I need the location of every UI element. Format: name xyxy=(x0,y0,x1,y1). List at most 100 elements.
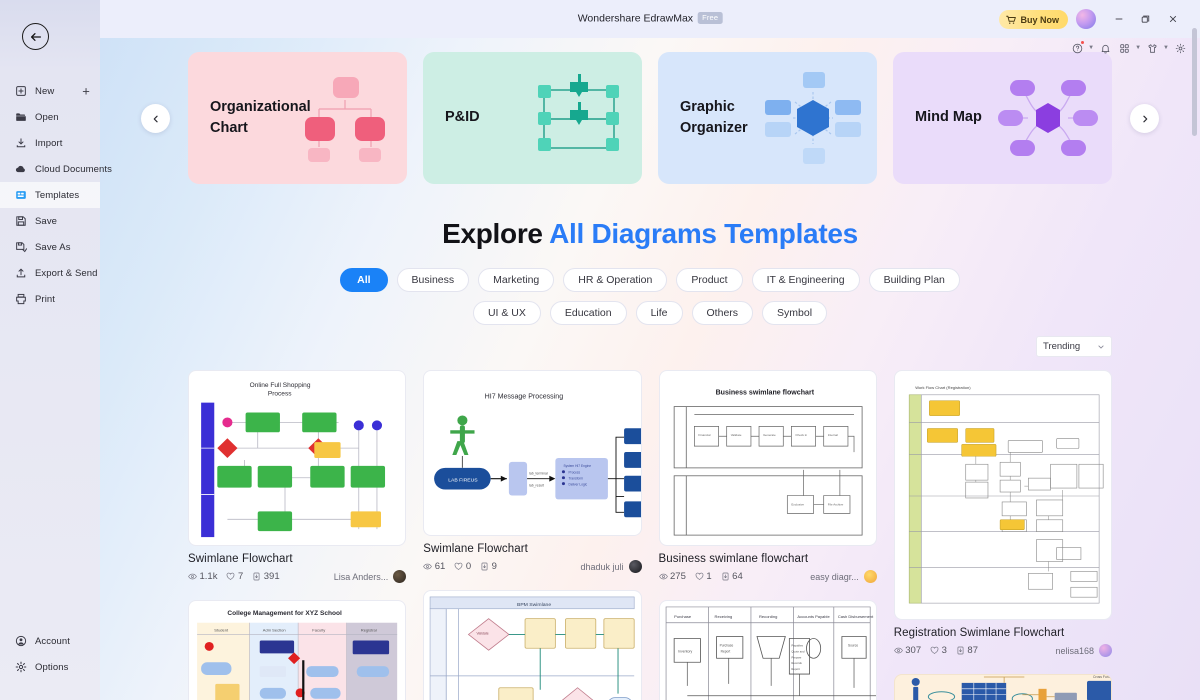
template-card[interactable]: Cross Functional xyxy=(893,674,1112,700)
sidebar-label-cloud-documents: Cloud Documents xyxy=(35,163,113,175)
download-icon xyxy=(721,572,730,581)
author-name: easy diagr... xyxy=(810,571,859,582)
category-pill-all[interactable]: All xyxy=(340,268,388,292)
close-button[interactable] xyxy=(1162,9,1184,29)
category-pill-business[interactable]: Business xyxy=(396,268,470,292)
sort-dropdown[interactable]: Trending xyxy=(1036,336,1112,357)
sidebar-item-export-and-send[interactable]: Export & Send xyxy=(0,260,100,286)
sidebar-item-cloud-documents[interactable]: Cloud Documents xyxy=(0,156,112,182)
category-filters: All Business Marketing HR & Operation Pr… xyxy=(100,268,1200,325)
sidebar-label-save-as: Save As xyxy=(35,241,71,253)
template-thumbnail[interactable]: Cross Functional xyxy=(893,674,1112,700)
template-thumbnail[interactable]: BPM Swimlane Validate xyxy=(423,590,642,700)
category-pill-education[interactable]: Education xyxy=(549,301,627,325)
minimize-button[interactable] xyxy=(1108,9,1130,29)
template-thumbnail[interactable]: College Management for XYZ School Studen… xyxy=(188,600,407,700)
category-pill-marketing[interactable]: Marketing xyxy=(478,268,555,292)
sidebar-item-open[interactable]: Open xyxy=(0,104,100,130)
views-stat: 61 xyxy=(423,561,445,572)
template-card[interactable]: HI7 Message Processing LAB FIREUS lab_te… xyxy=(423,370,642,573)
template-author[interactable]: dhaduk juli xyxy=(580,560,642,573)
sidebar-item-new[interactable]: New + xyxy=(0,78,100,104)
utility-toolbar: ▼ ▼ ▼ xyxy=(1069,40,1188,56)
mind-map-art xyxy=(998,72,1098,164)
category-pill-others[interactable]: Others xyxy=(691,301,754,325)
template-author[interactable]: Lisa Anders... xyxy=(334,570,407,583)
downloads-stat: 391 xyxy=(252,571,280,582)
help-icon[interactable] xyxy=(1069,40,1085,56)
user-avatar[interactable] xyxy=(1076,9,1096,29)
template-thumbnail[interactable]: Purchase Receiving Recording Accounts Payab… xyxy=(658,600,877,700)
svg-text:Source: Source xyxy=(847,643,857,647)
sidebar-item-save-as[interactable]: Save As xyxy=(0,234,100,260)
buy-now-button[interactable]: Buy Now xyxy=(999,10,1068,29)
template-author[interactable]: easy diagr... xyxy=(810,570,877,583)
banner-next-button[interactable] xyxy=(1130,104,1159,133)
sidebar-label-options: Options xyxy=(35,661,69,673)
vertical-scrollbar[interactable] xyxy=(1192,4,1197,660)
category-pill-product[interactable]: Product xyxy=(676,268,743,292)
downloads-count: 64 xyxy=(732,571,743,582)
template-thumbnail[interactable]: Online Full Shopping Process xyxy=(188,370,407,546)
template-card[interactable]: Online Full Shopping Process Swimlane Fl… xyxy=(188,370,407,583)
likes-stat: 1 xyxy=(695,571,712,582)
banner-card-mind-map[interactable]: Mind Map xyxy=(893,52,1112,184)
category-pill-it-engineering[interactable]: IT & Engineering xyxy=(751,268,860,292)
banner-prev-button[interactable] xyxy=(141,104,170,133)
category-pill-ui-ux[interactable]: UI & UX xyxy=(472,301,541,325)
help-chevron-down-icon[interactable]: ▼ xyxy=(1088,45,1094,51)
svg-text:Cross Functional: Cross Functional xyxy=(1093,675,1111,679)
template-thumbnail[interactable]: Business swimlane flowchart Financial Va… xyxy=(658,370,877,546)
likes-stat: 7 xyxy=(226,571,243,582)
notification-bell-icon[interactable] xyxy=(1097,40,1113,56)
category-pill-symbol[interactable]: Symbol xyxy=(762,301,828,325)
apps-grid-icon[interactable] xyxy=(1116,40,1132,56)
template-name: Business swimlane flowchart xyxy=(658,553,809,565)
sidebar-label-print: Print xyxy=(35,293,56,305)
template-card[interactable]: Purchase Receiving Recording Accounts Payab… xyxy=(658,600,877,700)
sidebar-item-save[interactable]: Save xyxy=(0,208,100,234)
svg-text:Registrar: Registrar xyxy=(361,628,378,633)
sidebar-item-templates[interactable]: Templates xyxy=(0,182,100,208)
chevron-right-icon xyxy=(1141,115,1149,123)
apps-chevron-down-icon[interactable]: ▼ xyxy=(1135,45,1141,51)
template-author[interactable]: nelisa168 xyxy=(1055,644,1112,657)
scrollbar-thumb[interactable] xyxy=(1192,28,1197,136)
downloads-stat: 64 xyxy=(721,571,743,582)
downloads-count: 391 xyxy=(263,571,280,582)
settings-gear-icon[interactable] xyxy=(1172,40,1188,56)
app-title-text: Wondershare EdrawMax xyxy=(577,12,694,25)
banner-card-organizational-chart[interactable]: Organizational Chart xyxy=(188,52,407,184)
svg-text:Receiving: Receiving xyxy=(714,614,732,619)
new-add-button[interactable]: + xyxy=(82,85,90,98)
maximize-button[interactable] xyxy=(1134,9,1156,29)
page-title-part1: Explore xyxy=(442,218,550,249)
template-card[interactable]: BPM Swimlane Validate xyxy=(423,590,642,700)
sidebar-item-print[interactable]: Print xyxy=(0,286,100,312)
template-card[interactable]: Work Flow Chart (Registration) Registrat… xyxy=(893,370,1112,657)
category-pill-hr-operation[interactable]: HR & Operation xyxy=(563,268,668,292)
category-pill-building-plan[interactable]: Building Plan xyxy=(868,268,960,292)
category-pill-life[interactable]: Life xyxy=(635,301,683,325)
save-icon xyxy=(14,215,27,228)
download-icon xyxy=(480,562,489,571)
svg-text:Exclusive: Exclusive xyxy=(791,502,804,506)
template-thumbnail[interactable]: Work Flow Chart (Registration) xyxy=(893,370,1112,620)
heart-icon xyxy=(226,572,235,581)
svg-text:Records: Records xyxy=(791,661,802,665)
sidebar-item-import[interactable]: Import xyxy=(0,130,100,156)
sidebar-item-options[interactable]: Options xyxy=(0,654,100,680)
back-button[interactable] xyxy=(22,23,49,50)
sidebar-item-account[interactable]: Account xyxy=(0,628,100,654)
downloads-stat: 87 xyxy=(956,645,978,656)
template-thumbnail[interactable]: HI7 Message Processing LAB FIREUS lab_te… xyxy=(423,370,642,536)
heart-icon xyxy=(695,572,704,581)
banner-card-pid[interactable]: P&ID xyxy=(423,52,642,184)
theme-chevron-down-icon[interactable]: ▼ xyxy=(1163,45,1169,51)
theme-shirt-icon[interactable] xyxy=(1144,40,1160,56)
template-grid: Online Full Shopping Process Swimlane Fl… xyxy=(188,370,1112,700)
template-card[interactable]: College Management for XYZ School Studen… xyxy=(188,600,407,700)
banner-card-graphic-organizer[interactable]: Graphic Organizer xyxy=(658,52,877,184)
template-card[interactable]: Business swimlane flowchart Financial Va… xyxy=(658,370,877,583)
heart-icon xyxy=(930,646,939,655)
